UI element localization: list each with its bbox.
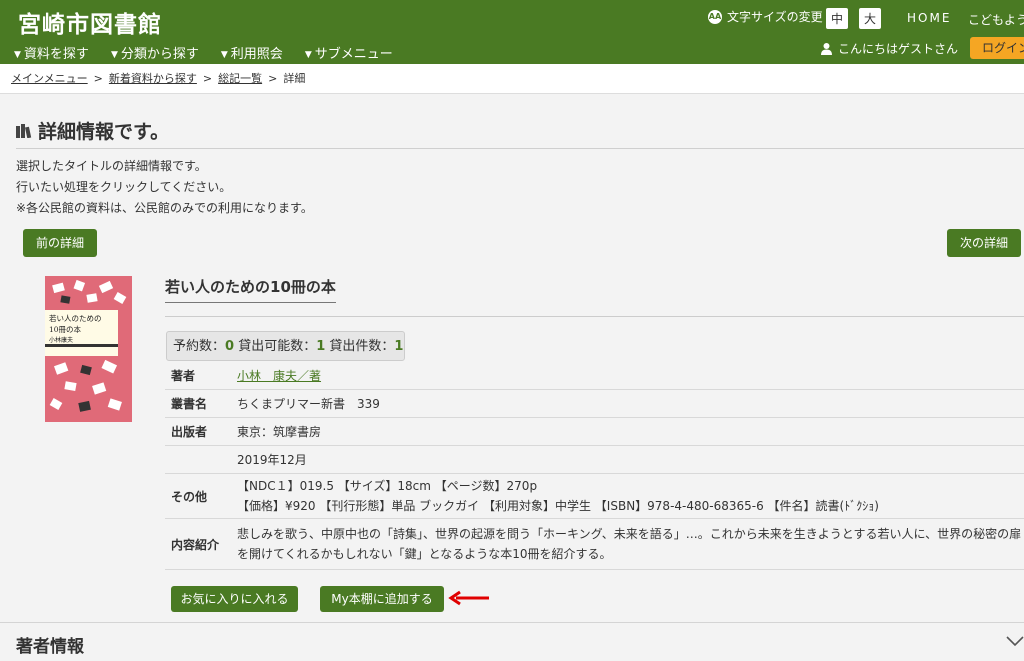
add-favorite-button[interactable]: お気に入りに入れる	[171, 586, 298, 612]
user-greeting: こんにちはゲストさん	[820, 40, 958, 57]
books-icon	[16, 123, 32, 138]
author-link[interactable]: 小林 康夫／著	[237, 367, 321, 384]
breadcrumb-new-arrivals[interactable]: 新着資料から探す	[109, 72, 197, 85]
chevron-down-icon[interactable]	[1006, 635, 1024, 647]
caret-down-icon: ▼	[14, 50, 21, 60]
book-cover-image: 若い人のための 10冊の本 小林康夫	[45, 276, 132, 422]
author-section-divider	[0, 622, 1024, 623]
breadcrumb-separator: >	[93, 72, 103, 85]
font-size-icon: AA	[708, 9, 722, 24]
kids-page-link[interactable]: こどもよう	[968, 11, 1024, 28]
cover-author: 小林康夫	[49, 336, 73, 344]
detail-row-publisher: 出版者 東京：筑摩書房	[165, 418, 1024, 446]
breadcrumb-trail: メインメニュー > 新着資料から探す > 総記一覧 > 詳細	[11, 70, 305, 86]
book-title: 若い人のための10冊の本	[165, 276, 336, 303]
breadcrumb-general-list[interactable]: 総記一覧	[218, 72, 262, 85]
prev-detail-button[interactable]: 前の詳細	[23, 229, 97, 257]
site-title[interactable]: 宮崎市図書館	[18, 5, 162, 39]
cover-title-line2: 10冊の本	[49, 324, 82, 334]
reserve-count: 0	[225, 339, 235, 354]
user-icon	[821, 43, 832, 55]
font-size-label: 文字サイズの変更	[727, 10, 823, 24]
detail-row-series: 叢書名 ちくまプリマー新書 339	[165, 390, 1024, 418]
caret-down-icon: ▼	[304, 50, 312, 60]
login-button[interactable]: ログイン	[970, 37, 1024, 59]
caret-down-icon: ▼	[110, 50, 118, 60]
breadcrumb: メインメニュー > 新着資料から探す > 総記一覧 > 詳細	[0, 64, 1024, 94]
home-link[interactable]: HOME	[907, 11, 951, 25]
site-header: 宮崎市図書館 ▼ 資料を探す ▼ 分類から探す ▼ 利用照会 ▼ サブメニュー AA 文…	[0, 0, 1024, 64]
caret-down-icon: ▼	[220, 50, 228, 60]
detail-row-other: その他 【NDC１】019.5 【サイズ】18cm 【ページ数】270p 【価格…	[165, 474, 1024, 519]
nav-search-materials[interactable]: ▼ 資料を探す	[14, 43, 89, 62]
breadcrumb-main-menu[interactable]: メインメニュー	[11, 72, 88, 85]
nav-usage-inquiry[interactable]: ▼ 利用照会	[221, 43, 283, 62]
add-to-bookshelf-button[interactable]: My本棚に追加する	[320, 586, 444, 612]
nav-submenu[interactable]: ▼ サブメニュー	[305, 43, 393, 62]
cover-title-line1: 若い人のための	[49, 313, 102, 323]
detail-row-contents: 内容紹介 悲しみを歌う、中原中也の「詩集」、世界の起源を問う「ホーキング、未来を…	[165, 519, 1024, 570]
title-divider	[165, 316, 1024, 317]
loanable-count: 1	[316, 339, 326, 354]
detail-row-date: 2019年12月	[165, 446, 1024, 474]
loan-count: 1	[394, 339, 404, 354]
intro-text: 選択したタイトルの詳細情報です。 行いたい処理をクリックしてください。 ※各公民…	[16, 159, 313, 215]
book-details-table: 著者 小林 康夫／著 叢書名 ちくまプリマー新書 339 出版者 東京：筑摩書房…	[165, 362, 1024, 570]
font-size-control: AA 文字サイズの変更	[708, 8, 823, 25]
next-detail-button[interactable]: 次の詳細	[947, 229, 1021, 257]
author-info-heading[interactable]: 著者情報	[16, 632, 84, 657]
nav-browse-classification[interactable]: ▼ 分類から探す	[111, 43, 199, 62]
font-size-medium-button[interactable]: 中	[826, 8, 848, 29]
left-arrow-icon	[448, 590, 489, 606]
main-nav: ▼ 資料を探す ▼ 分類から探す ▼ 利用照会 ▼ サブメニュー	[14, 43, 415, 62]
breadcrumb-separator: >	[202, 72, 213, 85]
detail-row-author: 著者 小林 康夫／著	[165, 362, 1024, 390]
availability-box: 予約数：0 貸出可能数：1 貸出件数：1	[166, 331, 405, 361]
page-title: 詳細情報です。	[16, 117, 169, 144]
breadcrumb-current: 詳細	[283, 72, 306, 85]
breadcrumb-separator: >	[268, 72, 278, 85]
font-size-large-button[interactable]: 大	[859, 8, 881, 29]
heading-divider	[16, 148, 1024, 149]
